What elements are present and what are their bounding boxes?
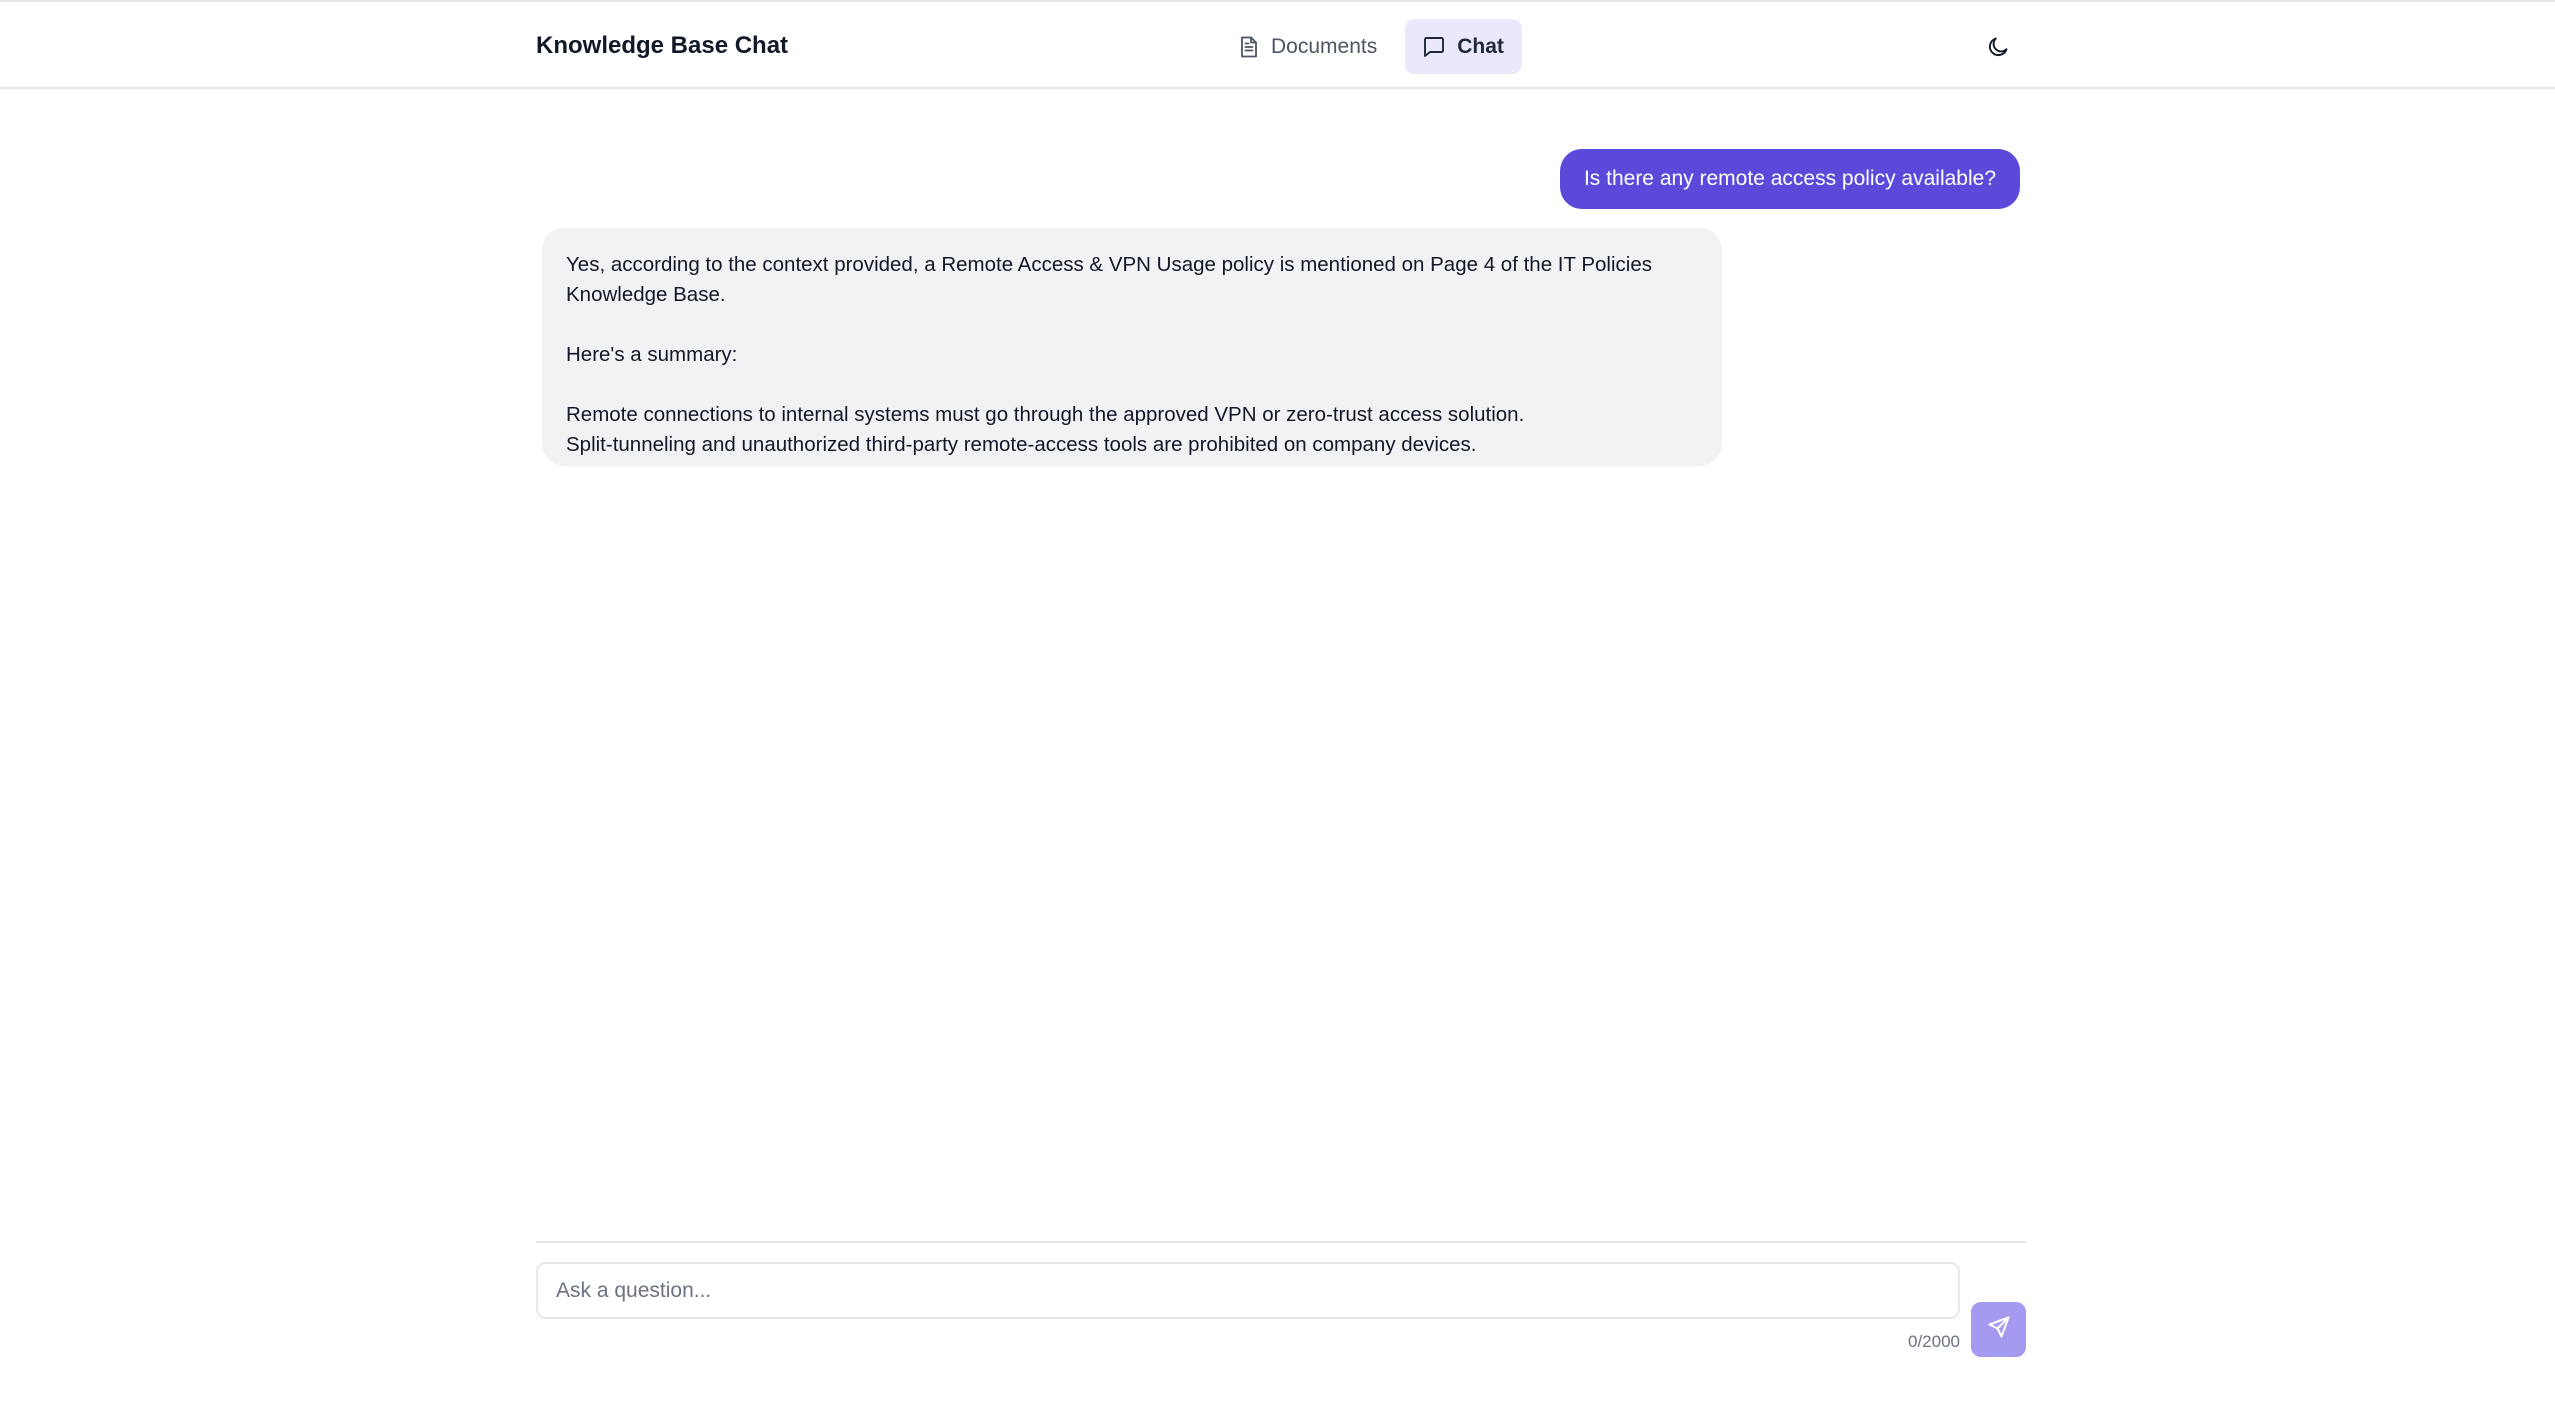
moon-icon (1987, 36, 2009, 63)
composer-divider (536, 1241, 2026, 1243)
app-title: Knowledge Base Chat (536, 32, 789, 59)
send-icon (1987, 1315, 2011, 1344)
tab-documents-label: Documents (1271, 34, 1378, 58)
top-header: Knowledge Base Chat Documents Chat (0, 0, 2555, 89)
assistant-message-paragraph: Split-tunneling and unauthorized third-p… (566, 433, 1477, 456)
assistant-message: Yes, according to the context provided, … (542, 228, 1722, 466)
character-counter: 0/2000 (1908, 1332, 1960, 1351)
assistant-message-paragraph: Here's a summary: (566, 343, 738, 366)
app-root: Knowledge Base Chat Documents Chat Is th… (0, 0, 2555, 1401)
message-list: Is there any remote access policy availa… (536, 89, 2026, 1239)
theme-toggle-button[interactable] (1976, 27, 2020, 71)
user-message-text: Is there any remote access policy availa… (1583, 167, 1996, 190)
send-button[interactable] (1971, 1302, 2026, 1357)
tab-chat[interactable]: Chat (1405, 19, 1522, 74)
question-input[interactable] (536, 1262, 1960, 1319)
main-nav: Documents Chat (1221, 19, 1522, 74)
assistant-message-paragraph: Remote connections to internal systems m… (566, 403, 1525, 426)
document-icon (1239, 36, 1259, 58)
tab-chat-label: Chat (1457, 34, 1504, 58)
tab-documents[interactable]: Documents (1221, 19, 1395, 74)
assistant-message-paragraph: Yes, according to the context provided, … (566, 253, 1652, 306)
user-message: Is there any remote access policy availa… (1559, 149, 2020, 209)
chat-bubble-icon (1423, 36, 1445, 58)
